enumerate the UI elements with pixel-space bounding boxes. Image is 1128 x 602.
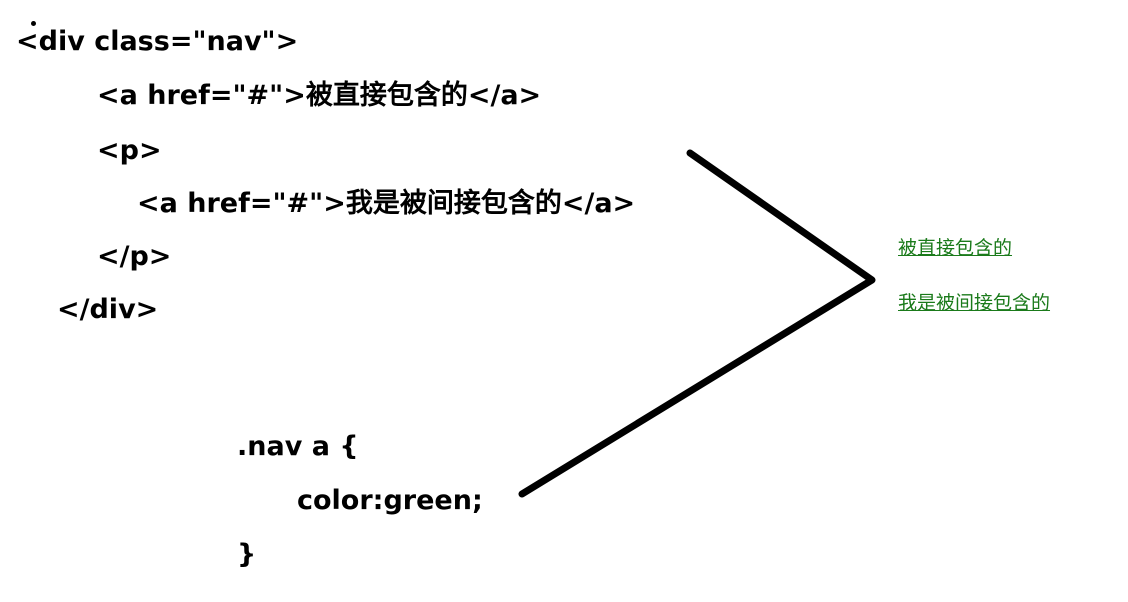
direct-link[interactable]: 被直接包含的 <box>898 239 1012 258</box>
indirect-link[interactable]: 我是被间接包含的 <box>898 294 1050 313</box>
